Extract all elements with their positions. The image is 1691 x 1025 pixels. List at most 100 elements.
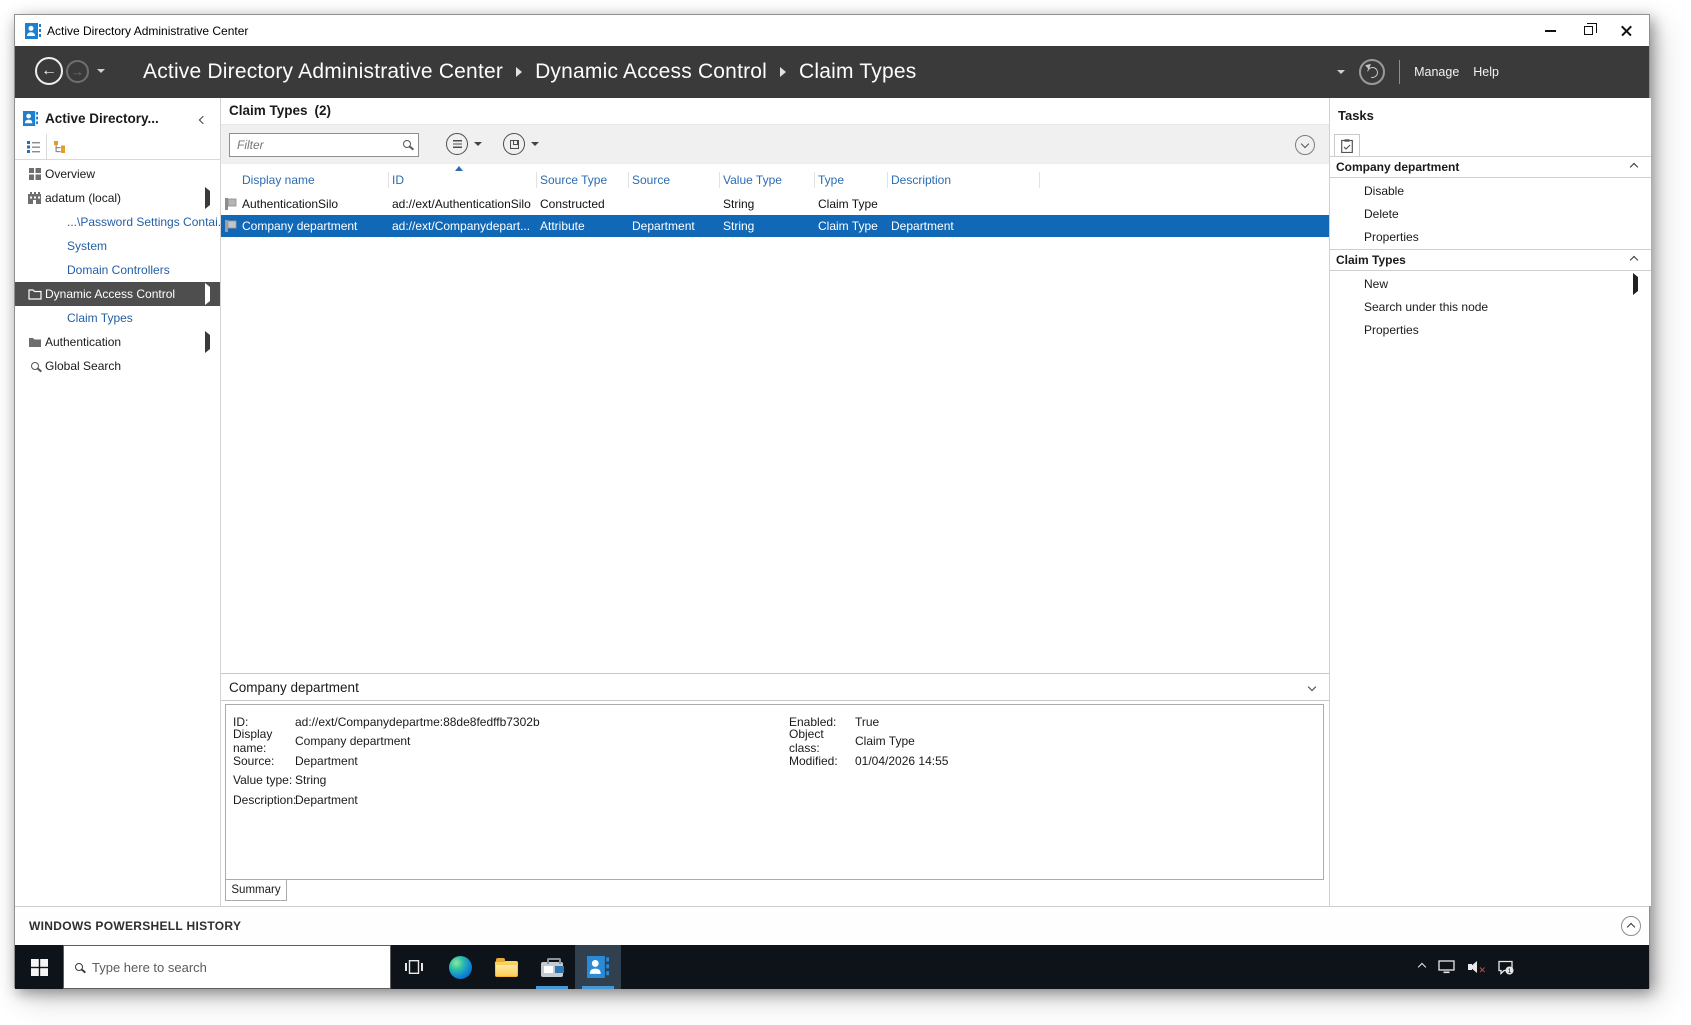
field-label: Modified: — [789, 753, 838, 768]
volume-muted-icon[interactable]: ✕ — [1468, 960, 1486, 975]
claim-types-table: AuthenticationSilo ad://ext/Authenticati… — [221, 193, 1329, 237]
sidebar-collapse-icon[interactable] — [198, 115, 208, 125]
column-header-value-type[interactable]: Value Type — [720, 172, 815, 188]
column-header-source-type[interactable]: Source Type — [537, 172, 629, 188]
details-pane-header[interactable]: Company department — [221, 673, 1329, 701]
action-center-icon[interactable]: 1 — [1497, 960, 1514, 975]
start-button[interactable] — [15, 945, 63, 989]
save-query-button[interactable] — [503, 133, 539, 155]
view-options-button[interactable] — [446, 133, 482, 155]
forward-button[interactable]: → — [66, 59, 89, 83]
field-label: Object class: — [789, 727, 824, 756]
show-hidden-icons-button[interactable] — [1417, 962, 1427, 972]
cell-id: ad://ext/Companydepart... — [392, 219, 531, 233]
tab-summary[interactable]: Summary — [225, 880, 287, 901]
task-view-button[interactable] — [391, 945, 437, 989]
domain-icon — [27, 192, 42, 205]
breadcrumb-page[interactable]: Claim Types — [799, 60, 916, 84]
sidebar-item-domain-controllers[interactable]: Domain Controllers — [15, 258, 220, 282]
sidebar-item-system[interactable]: System — [15, 234, 220, 258]
cell-value-type: String — [723, 219, 755, 233]
field-value: Company department — [295, 734, 411, 749]
task-claim-types-properties[interactable]: Properties — [1330, 318, 1651, 341]
list-view-icon — [27, 140, 40, 153]
edge-button[interactable] — [437, 945, 483, 989]
task-search-under-node[interactable]: Search under this node — [1330, 295, 1651, 318]
table-row-authenticationsilo[interactable]: AuthenticationSilo ad://ext/Authenticati… — [221, 193, 1329, 215]
tasks-tab[interactable] — [1334, 134, 1360, 157]
chevron-down-icon — [1300, 139, 1310, 149]
filter-input[interactable] — [230, 134, 418, 156]
page-title-text: Claim Types — [229, 103, 308, 118]
history-dropdown-icon[interactable] — [97, 69, 105, 73]
details-title: Company department — [229, 679, 359, 695]
search-icon — [27, 360, 42, 373]
column-header-type[interactable]: Type — [815, 172, 888, 188]
server-manager-button[interactable] — [529, 945, 575, 989]
network-icon[interactable] — [1438, 960, 1455, 974]
sidebar-item-authentication[interactable]: Authentication — [15, 330, 220, 354]
chevron-up-icon[interactable] — [1629, 162, 1639, 172]
restore-button[interactable] — [1569, 15, 1607, 46]
tree-view-tab[interactable] — [47, 134, 73, 159]
chevron-down-icon[interactable] — [1307, 682, 1317, 692]
details-left-column: ID: ad://ext/Companydepartme:88de8fedffb7… — [233, 712, 540, 810]
adac-taskbar-button[interactable] — [575, 945, 621, 989]
collapse-list-header-button[interactable] — [1295, 135, 1315, 155]
taskbar-search-input[interactable] — [92, 959, 379, 975]
back-button[interactable]: ← — [35, 57, 63, 85]
file-explorer-button[interactable] — [483, 945, 529, 989]
field-label: Display name: — [233, 727, 273, 756]
sidebar-item-label: Claim Types — [67, 311, 133, 325]
navigation-sidebar: Active Directory... Overview adatum (loc… — [15, 98, 228, 906]
column-header-source[interactable]: Source — [629, 172, 720, 188]
column-header-id[interactable]: ID — [389, 166, 537, 188]
sidebar-item-adatum-local[interactable]: adatum (local) — [15, 186, 220, 210]
tree-view-icon — [53, 140, 65, 153]
sidebar-item-overview[interactable]: Overview — [15, 162, 220, 186]
chevron-up-icon[interactable] — [1629, 255, 1639, 265]
expand-arrow-icon[interactable] — [205, 283, 210, 305]
breadcrumb-section[interactable]: Dynamic Access Control — [535, 60, 767, 84]
tasks-section-company-department[interactable]: Company department — [1330, 156, 1651, 178]
notification-badge: 1 — [1508, 968, 1512, 975]
field-label: Value type: — [233, 773, 293, 788]
refresh-button[interactable] — [1359, 59, 1386, 85]
list-view-tab[interactable] — [21, 134, 47, 159]
task-new[interactable]: New — [1330, 272, 1651, 295]
field-value: ad://ext/Companydepartme:88de8fedffb7302… — [295, 714, 540, 729]
cell-source-type: Attribute — [540, 219, 585, 233]
close-button[interactable] — [1607, 15, 1645, 46]
field-value: Department — [295, 753, 358, 768]
sidebar-item-global-search[interactable]: Global Search — [15, 354, 220, 378]
cell-type: Claim Type — [818, 197, 878, 211]
breadcrumb-root[interactable]: Active Directory Administrative Center — [143, 60, 503, 84]
expand-arrow-icon[interactable] — [205, 187, 210, 209]
manage-menu[interactable]: Manage — [1414, 65, 1459, 79]
minimize-button[interactable] — [1531, 15, 1569, 46]
cell-source: Department — [632, 219, 695, 233]
field-value: Claim Type — [855, 734, 915, 749]
field-value: True — [855, 714, 880, 729]
folder-icon — [27, 336, 42, 349]
expand-powershell-button[interactable] — [1621, 916, 1641, 936]
sidebar-item-password-settings[interactable]: ...\Password Settings Contai... — [15, 210, 228, 234]
tasks-title: Tasks — [1338, 108, 1374, 123]
sidebar-item-label: System — [67, 239, 108, 253]
table-row-company-department-selected[interactable]: Company department ad://ext/Companydepar… — [221, 215, 1329, 237]
tasks-section-claim-types[interactable]: Claim Types — [1330, 249, 1651, 271]
powershell-history-bar[interactable]: WINDOWS POWERSHELL HISTORY — [15, 906, 1649, 945]
expand-arrow-icon[interactable] — [205, 331, 210, 353]
task-disable[interactable]: Disable — [1330, 179, 1651, 202]
help-menu[interactable]: Help — [1473, 65, 1499, 79]
column-header-description[interactable]: Description — [888, 172, 1040, 188]
field-value: Department — [295, 792, 358, 807]
nav-options-dropdown-icon[interactable] — [1337, 70, 1346, 74]
taskbar-search-box[interactable] — [63, 945, 391, 989]
task-delete[interactable]: Delete — [1330, 202, 1651, 225]
sidebar-item-claim-types[interactable]: Claim Types — [15, 306, 220, 330]
sidebar-item-dynamic-access-control[interactable]: Dynamic Access Control — [15, 282, 220, 306]
claim-type-icon — [221, 220, 239, 232]
task-properties[interactable]: Properties — [1330, 225, 1651, 248]
column-header-display-name[interactable]: Display name — [239, 172, 389, 188]
